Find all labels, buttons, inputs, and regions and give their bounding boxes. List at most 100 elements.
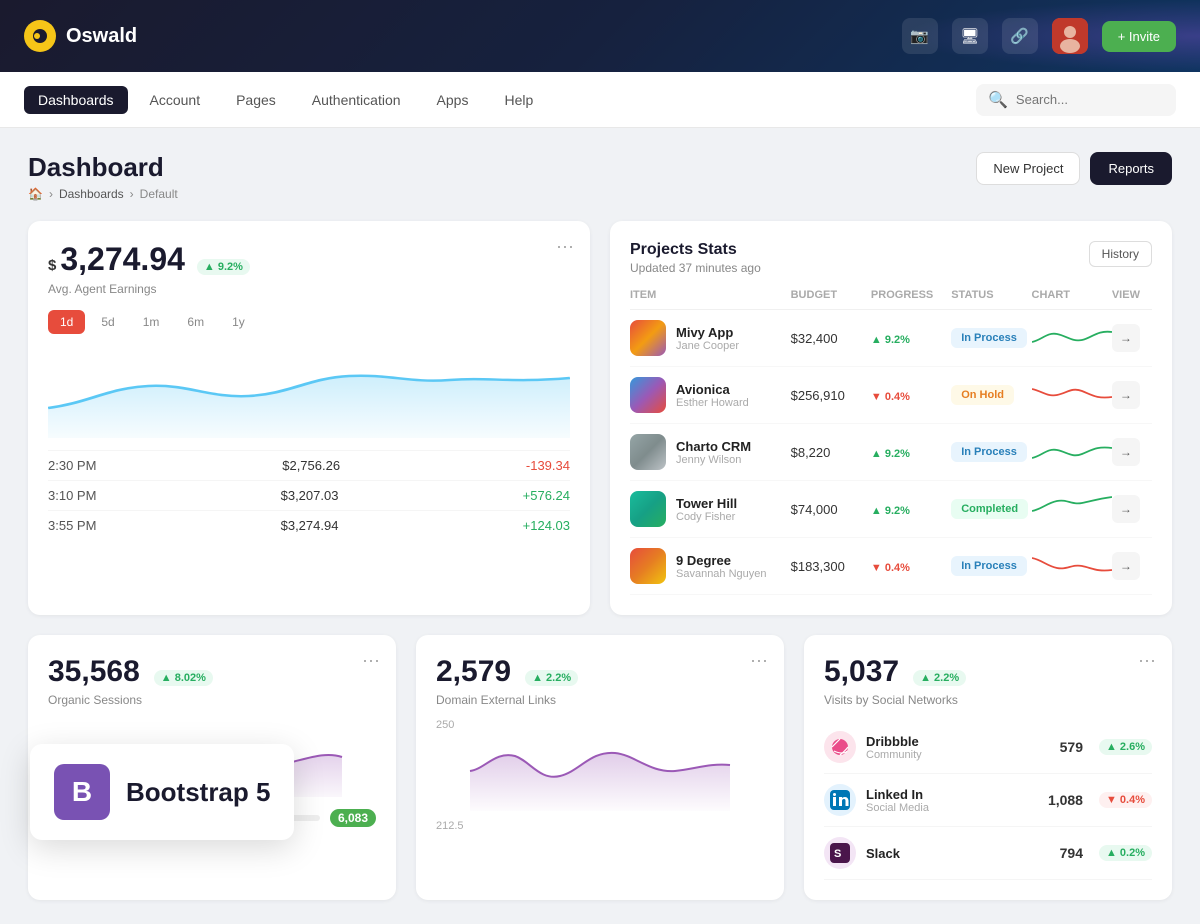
avatar[interactable] — [1052, 18, 1088, 54]
subnav-item-authentication[interactable]: Authentication — [298, 86, 415, 114]
subnav: Dashboards Account Pages Authentication … — [0, 72, 1200, 128]
domain-value: 2,579 — [436, 655, 511, 689]
table-row: Mivy App Jane Cooper $32,400 ▲ 9.2% In P… — [630, 310, 1152, 367]
mini-chart — [1032, 379, 1112, 412]
subnav-item-help[interactable]: Help — [490, 86, 547, 114]
project-info: Avionica Esther Howard — [676, 382, 749, 409]
new-project-button[interactable]: New Project — [976, 152, 1080, 185]
earnings-amount-row: $ 3,274.94 ▲ 9.2% — [48, 241, 570, 278]
social-amount-row: 5,037 ▲ 2.2% — [824, 655, 1152, 689]
social-more-button[interactable]: ⋯ — [1138, 651, 1156, 672]
subnav-item-apps[interactable]: Apps — [423, 86, 483, 114]
slack-info: Slack — [866, 846, 900, 861]
project-thumb — [630, 320, 666, 356]
earnings-label: Avg. Agent Earnings — [48, 282, 570, 296]
page-title-area: Dashboard 🏠 › Dashboards › Default — [28, 152, 178, 201]
reports-button[interactable]: Reports — [1090, 152, 1172, 185]
bootstrap-overlay: B Bootstrap 5 — [30, 744, 294, 840]
filter-1m[interactable]: 1m — [131, 310, 172, 334]
earnings-row-1: 2:30 PM $2,756.26 -139.34 — [48, 450, 570, 480]
slack-change: ▲ 0.2% — [1099, 845, 1152, 861]
subnav-item-dashboards[interactable]: Dashboards — [24, 86, 128, 114]
view-button[interactable]: → — [1112, 495, 1140, 523]
dribbble-icon — [824, 731, 856, 763]
social-row-slack: S Slack 794 ▲ 0.2% — [824, 827, 1152, 880]
screen-icon[interactable]: 🖥 — [952, 18, 988, 54]
projects-table-header: ITEM BUDGET PROGRESS STATUS CHART VIEW — [630, 289, 1152, 310]
social-networks-card: ⋯ 5,037 ▲ 2.2% Visits by Social Networks… — [804, 635, 1172, 900]
earnings-change-badge: ▲ 9.2% — [197, 259, 250, 275]
mini-chart — [1032, 322, 1112, 355]
subnav-item-pages[interactable]: Pages — [222, 86, 290, 114]
domain-more-button[interactable]: ⋯ — [750, 651, 768, 672]
view-button[interactable]: → — [1112, 381, 1140, 409]
social-networks-list: Dribbble Community 579 ▲ 2.6% Linked In … — [824, 721, 1152, 880]
view-button[interactable]: → — [1112, 552, 1140, 580]
table-row: 9 Degree Savannah Nguyen $183,300 ▼ 0.4%… — [630, 538, 1152, 595]
project-info: Mivy App Jane Cooper — [676, 325, 739, 352]
breadcrumb: 🏠 › Dashboards › Default — [28, 187, 178, 201]
history-button[interactable]: History — [1089, 241, 1152, 267]
breadcrumb-home-icon: 🏠 — [28, 187, 43, 201]
slack-icon: S — [824, 837, 856, 869]
project-info: Tower Hill Cody Fisher — [676, 496, 737, 523]
earnings-card: ⋯ $ 3,274.94 ▲ 9.2% Avg. Agent Earnings … — [28, 221, 590, 615]
organic-amount-row: 35,568 ▲ 8.02% — [48, 655, 376, 689]
filter-1y[interactable]: 1y — [220, 310, 257, 334]
camera-icon[interactable]: 📷 — [902, 18, 938, 54]
earnings-value: 3,274.94 — [60, 241, 185, 278]
projects-card: Projects Stats Updated 37 minutes ago Hi… — [610, 221, 1172, 615]
search-input[interactable] — [1016, 92, 1164, 107]
projects-header: Projects Stats Updated 37 minutes ago Hi… — [630, 241, 1152, 275]
share-icon[interactable]: 🔗 — [1002, 18, 1038, 54]
project-thumb — [630, 491, 666, 527]
dribbble-info: Dribbble Community — [866, 734, 922, 761]
filter-5d[interactable]: 5d — [89, 310, 126, 334]
linkedin-info: Linked In Social Media — [866, 787, 929, 814]
table-row: Charto CRM Jenny Wilson $8,220 ▲ 9.2% In… — [630, 424, 1152, 481]
breadcrumb-dashboards[interactable]: Dashboards — [59, 187, 124, 201]
dribbble-change: ▲ 2.6% — [1099, 739, 1152, 755]
view-button[interactable]: → — [1112, 324, 1140, 352]
organic-change-badge: ▲ 8.02% — [154, 670, 213, 686]
time-filters: 1d 5d 1m 6m 1y — [48, 310, 570, 334]
earnings-row-2: 3:10 PM $3,207.03 +576.24 — [48, 480, 570, 510]
mini-chart — [1032, 493, 1112, 526]
project-item: Mivy App Jane Cooper — [630, 320, 791, 356]
invite-button[interactable]: + Invite — [1102, 21, 1176, 52]
topbar-right: 📷 🖥 🔗 + Invite — [902, 18, 1176, 54]
bootstrap-text: Bootstrap 5 — [126, 777, 270, 808]
logo-icon — [24, 20, 56, 52]
search-icon: 🔍 — [988, 90, 1008, 110]
mini-chart — [1032, 436, 1112, 469]
table-row: Tower Hill Cody Fisher $74,000 ▲ 9.2% Co… — [630, 481, 1152, 538]
search-bar[interactable]: 🔍 — [976, 84, 1176, 116]
domain-chart-axis: 212.5 — [436, 820, 764, 832]
cards-row-top: ⋯ $ 3,274.94 ▲ 9.2% Avg. Agent Earnings … — [28, 221, 1172, 615]
page-header: Dashboard 🏠 › Dashboards › Default New P… — [28, 152, 1172, 201]
projects-table: ITEM BUDGET PROGRESS STATUS CHART VIEW M… — [630, 289, 1152, 595]
logo-text: Oswald — [66, 25, 137, 48]
social-value: 5,037 — [824, 655, 899, 689]
topbar: Oswald 📷 🖥 🔗 + Invite — [0, 0, 1200, 72]
organic-more-button[interactable]: ⋯ — [362, 651, 380, 672]
filter-6m[interactable]: 6m — [175, 310, 216, 334]
domain-links-card: ⋯ 2,579 ▲ 2.2% Domain External Links 250 — [416, 635, 784, 900]
logo: Oswald — [24, 20, 137, 52]
project-info: 9 Degree Savannah Nguyen — [676, 553, 767, 580]
organic-value: 35,568 — [48, 655, 140, 689]
earnings-more-button[interactable]: ⋯ — [556, 237, 574, 258]
organic-label: Organic Sessions — [48, 693, 376, 707]
project-item: Charto CRM Jenny Wilson — [630, 434, 791, 470]
svg-text:S: S — [834, 848, 841, 860]
view-button[interactable]: → — [1112, 438, 1140, 466]
projects-title: Projects Stats — [630, 241, 761, 259]
project-thumb — [630, 377, 666, 413]
table-row: Avionica Esther Howard $256,910 ▼ 0.4% O… — [630, 367, 1152, 424]
earnings-chart — [48, 348, 570, 438]
filter-1d[interactable]: 1d — [48, 310, 85, 334]
subnav-item-account[interactable]: Account — [136, 86, 215, 114]
project-thumb — [630, 434, 666, 470]
project-item: 9 Degree Savannah Nguyen — [630, 548, 791, 584]
mini-chart — [1032, 550, 1112, 583]
